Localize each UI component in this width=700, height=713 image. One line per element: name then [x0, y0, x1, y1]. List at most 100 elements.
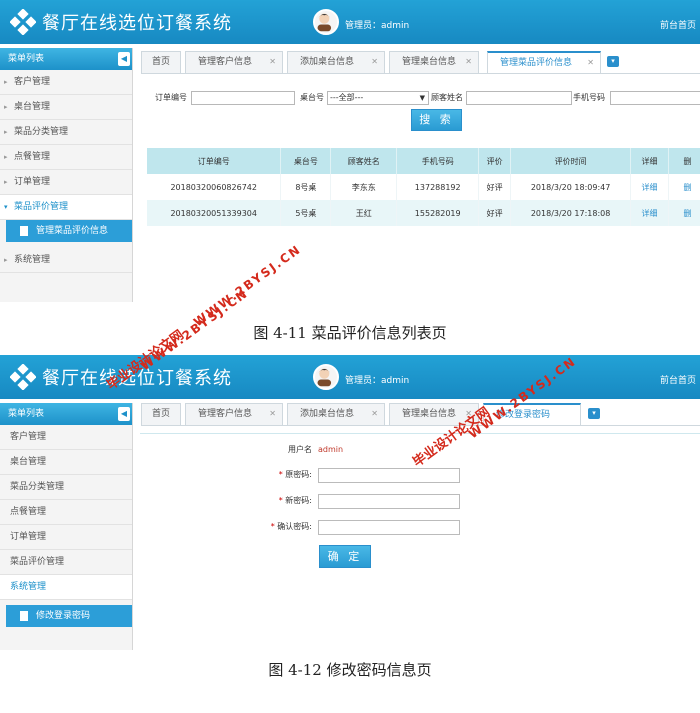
tab-label: 管理桌台信息	[402, 57, 457, 67]
admin-label: 管理员：admin	[345, 21, 410, 31]
tab-label: 管理菜品评价信息	[500, 58, 573, 68]
home-link[interactable]: 前台首页	[660, 373, 696, 386]
sidebar-header: 菜单列表 ◀	[0, 403, 132, 425]
sidebar: 菜单列表 ◀ 客户管理 桌台管理 菜品分类管理 点餐管理 订单管理 菜品评价管理…	[0, 403, 133, 650]
tab-manage-tables[interactable]: 管理桌台信息 ✕	[389, 403, 479, 425]
sidebar-item-tables[interactable]: 桌台管理	[0, 450, 132, 475]
confirm-button[interactable]: 确 定	[319, 545, 371, 568]
close-icon[interactable]: ✕	[587, 53, 594, 73]
close-icon[interactable]: ✕	[465, 404, 472, 424]
figure-caption-4-12: 图 4-12 修改密码信息页	[268, 661, 432, 679]
sidebar-header: 菜单列表 ◀	[0, 48, 132, 70]
old-password-input[interactable]	[318, 468, 460, 483]
tab-add-table[interactable]: 添加桌台信息 ✕	[287, 403, 385, 425]
avatar	[313, 9, 339, 35]
table-cell: 20180320051339304	[147, 200, 282, 226]
app-title: 餐厅在线选位订餐系统	[42, 368, 232, 389]
chevron-right-icon: ▸	[4, 103, 8, 111]
tab-label: 首页	[152, 57, 171, 67]
sidebar-item-customers[interactable]: 客户管理	[0, 425, 132, 450]
sidebar-item-label: 菜品分类管理	[14, 127, 69, 137]
phone-input[interactable]	[610, 91, 700, 105]
tab-label: 添加桌台信息	[300, 57, 355, 67]
tab-home[interactable]: 首页	[141, 403, 181, 425]
sidebar-header-label: 菜单列表	[8, 409, 45, 419]
column-header: 手机号码	[396, 148, 480, 174]
sidebar-item-label: 桌台管理	[14, 102, 51, 112]
old-password-label: * 原密码:	[150, 468, 312, 482]
close-icon[interactable]: ✕	[269, 52, 276, 72]
old-password-label-text: 原密码:	[285, 470, 312, 479]
table-cell: 20180320060826742	[147, 174, 282, 200]
customer-name-input[interactable]	[466, 91, 572, 105]
sidebar-subitem-label: 管理菜品评价信息	[36, 226, 109, 236]
sidebar-item-system[interactable]: ▸ 系统管理	[0, 248, 132, 273]
confirm-password-label: * 确认密码:	[150, 520, 312, 534]
tab-manage-customers[interactable]: 管理客户信息 ✕	[185, 51, 283, 73]
sidebar-item-dish-categories[interactable]: 菜品分类管理	[0, 475, 132, 500]
sidebar-item-label: 系统管理	[10, 582, 47, 592]
close-icon[interactable]: ✕	[465, 52, 472, 72]
close-icon[interactable]: ✕	[269, 404, 276, 424]
column-header: 详细	[630, 148, 670, 174]
close-icon[interactable]: ✕	[371, 52, 378, 72]
table-cell: 李东东	[330, 174, 398, 200]
sidebar-item-dish-reviews[interactable]: 菜品评价管理	[0, 550, 132, 575]
detail-link[interactable]: 详细	[630, 174, 670, 200]
sidebar-item-system[interactable]: 系统管理	[0, 575, 132, 600]
tab-manage-customers[interactable]: 管理客户信息 ✕	[185, 403, 283, 425]
tab-manage-tables[interactable]: 管理桌台信息 ✕	[389, 51, 479, 73]
table-cell: 好评	[478, 200, 512, 226]
table-cell: 137288192	[396, 174, 480, 200]
new-password-input[interactable]	[318, 494, 460, 509]
delete-link[interactable]: 删	[668, 174, 700, 200]
user-face-icon	[317, 368, 332, 387]
sidebar-item-ordering[interactable]: 点餐管理	[0, 500, 132, 525]
sidebar-item-label: 系统管理	[14, 255, 51, 265]
figure-caption-4-11: 图 4-11 菜品评价信息列表页	[253, 324, 447, 342]
sidebar-item-label: 客户管理	[10, 432, 47, 442]
sidebar-subitem-change-password[interactable]: 修改登录密码	[6, 605, 132, 627]
logo-icon	[10, 9, 36, 35]
chevron-right-icon: ▸	[4, 256, 8, 264]
chevron-right-icon: ▸	[4, 153, 8, 161]
search-button[interactable]: 搜 索	[411, 109, 462, 131]
table-no-select[interactable]: ---全部--- ▼	[327, 91, 429, 105]
detail-link[interactable]: 详细	[630, 200, 670, 226]
sidebar-subitem-manage-reviews[interactable]: 管理菜品评价信息	[6, 220, 132, 242]
chevron-right-icon: ▸	[4, 178, 8, 186]
sidebar-item-customers[interactable]: ▸ 客户管理	[0, 70, 132, 95]
admin-label: 管理员：admin	[345, 376, 410, 386]
chevron-down-icon: ▼	[419, 94, 425, 102]
sidebar-item-dish-reviews[interactable]: ▾ 菜品评价管理	[0, 195, 132, 220]
home-link[interactable]: 前台首页	[660, 18, 696, 31]
tab-add-table[interactable]: 添加桌台信息 ✕	[287, 51, 385, 73]
sidebar-item-tables[interactable]: ▸ 桌台管理	[0, 95, 132, 120]
collapse-icon[interactable]: ◀	[118, 52, 130, 66]
tab-manage-reviews[interactable]: 管理菜品评价信息 ✕	[487, 51, 601, 73]
tab-menu-icon[interactable]: ▾	[588, 408, 600, 419]
tab-home[interactable]: 首页	[141, 51, 181, 73]
confirm-password-input[interactable]	[318, 520, 460, 535]
table-no-label: 桌台号	[300, 93, 324, 102]
sidebar-item-orders[interactable]: 订单管理	[0, 525, 132, 550]
required-mark: *	[270, 522, 275, 531]
sidebar-item-label: 菜品评价管理	[10, 557, 65, 567]
table-cell: 王红	[330, 200, 398, 226]
sidebar-item-ordering[interactable]: ▸ 点餐管理	[0, 145, 132, 170]
sidebar-item-orders[interactable]: ▸ 订单管理	[0, 170, 132, 195]
tab-change-password[interactable]: 修改登录密码	[483, 403, 581, 425]
sidebar-item-dish-categories[interactable]: ▸ 菜品分类管理	[0, 120, 132, 145]
collapse-icon[interactable]: ◀	[118, 407, 130, 421]
sidebar: 菜单列表 ◀ ▸ 客户管理 ▸ 桌台管理 ▸ 菜品分类管理 ▸ 点餐管理 ▸ 订单管理 ▾…	[0, 48, 133, 302]
tab-divider	[141, 73, 700, 74]
tab-bar: 首页 管理客户信息 ✕ 添加桌台信息 ✕ 管理桌台信息 ✕ 修改登录密码 ▾	[141, 403, 700, 425]
delete-link[interactable]: 删	[668, 200, 700, 226]
phone-label: 手机号码	[573, 93, 605, 102]
tab-menu-icon[interactable]: ▾	[607, 56, 619, 67]
sidebar-header-label: 菜单列表	[8, 54, 45, 64]
document-icon	[20, 611, 28, 621]
close-icon[interactable]: ✕	[371, 404, 378, 424]
order-no-input[interactable]	[191, 91, 295, 105]
sidebar-item-label: 订单管理	[10, 532, 47, 542]
